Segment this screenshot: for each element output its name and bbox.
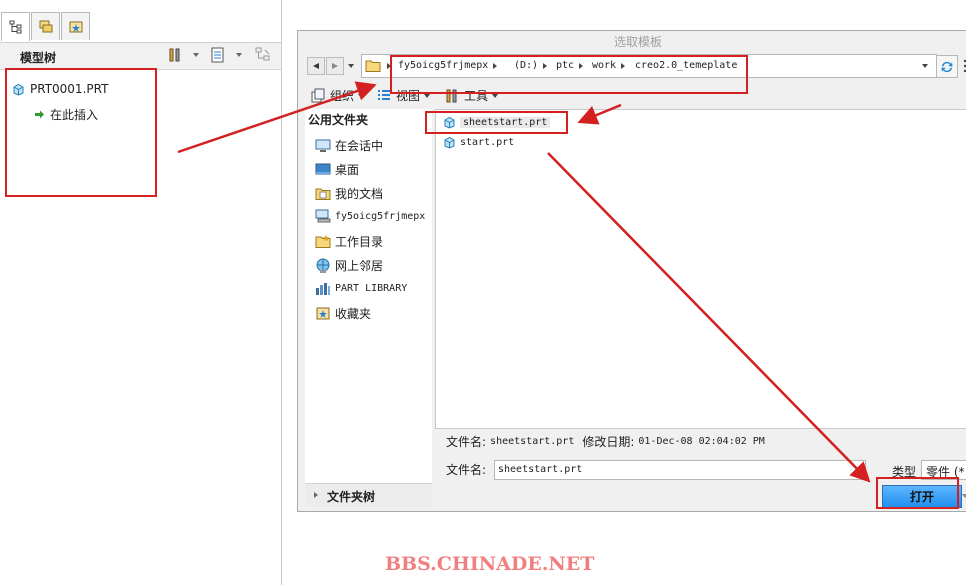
annotation-arrows <box>177 81 871 483</box>
watermark: BBS.CHINADE.NET <box>385 553 595 575</box>
annotation-arrow-to-open <box>547 152 871 483</box>
annotation-arrow-to-file <box>577 103 622 125</box>
annotation-arrow-to-path <box>177 81 377 154</box>
